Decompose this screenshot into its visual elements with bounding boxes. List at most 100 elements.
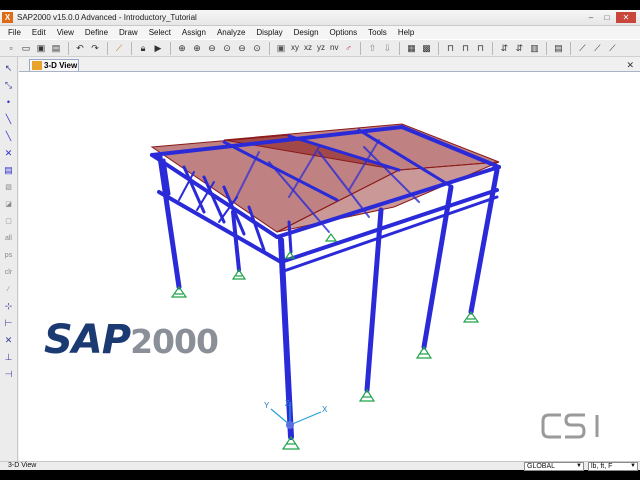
minimize-button[interactable]: – (584, 12, 598, 23)
toolbar-separator (170, 41, 171, 55)
axis-x-label: X (322, 405, 328, 414)
left-toolbar: ↖ ⤡ • ╲ ╲ ✕ ▤ ▧ ◪ ▢ all ps clr ⁄ ⊹ ⊢ ✕ ⊥… (0, 57, 18, 461)
set-display-icon[interactable]: ▩ (419, 41, 433, 55)
menu-define[interactable]: Define (85, 28, 108, 37)
csi-logo-c (541, 413, 561, 439)
chevron-down-icon: ▼ (576, 463, 582, 469)
units-select[interactable]: lb, ft, F ▼ (588, 462, 638, 471)
view-window-icon (32, 61, 42, 70)
window-controls: – □ ✕ (584, 12, 636, 23)
redo-icon[interactable]: ↷ (88, 41, 102, 55)
close-button[interactable]: ✕ (616, 12, 636, 23)
csi-logo-s (564, 413, 586, 439)
toolbar-separator (68, 41, 69, 55)
menu-draw[interactable]: Draw (119, 28, 138, 37)
undo-icon[interactable]: ↶ (73, 41, 87, 55)
snap-lines-icon[interactable]: ⊣ (2, 367, 16, 381)
toolbar-separator (360, 41, 362, 55)
draw-section-cut-icon[interactable]: ▤ (2, 163, 16, 177)
up-arrow-icon[interactable]: ⇧ (365, 41, 379, 55)
draw-rect-area-icon[interactable]: ◪ (2, 197, 16, 211)
draw-brace-icon[interactable]: ✕ (2, 146, 16, 160)
menu-analyze[interactable]: Analyze (217, 28, 245, 37)
object-shrink-icon[interactable]: ▦ (404, 41, 418, 55)
new-model-icon[interactable]: ▫ (4, 41, 18, 55)
snap-points-icon[interactable]: ⊹ (2, 299, 16, 313)
refresh-icon[interactable]: ⟋ (112, 41, 126, 55)
lock-icon[interactable]: 🔒︎ (136, 41, 150, 55)
clear-selection-icon[interactable]: clr (2, 265, 16, 279)
open-icon[interactable]: ▭ (19, 41, 33, 55)
draw-joint-icon[interactable]: • (2, 95, 16, 109)
quick-draw-area-icon[interactable]: ▢ (2, 214, 16, 228)
zoom-previous-icon[interactable]: ⊖ (235, 41, 249, 55)
toolbar-separator (492, 41, 494, 55)
csi-logo (541, 413, 599, 439)
quick-draw-frame-icon[interactable]: ╲ (2, 129, 16, 143)
zoom-window-icon[interactable]: ⊕ (175, 41, 189, 55)
draw-frame-icon[interactable]: ╲ (2, 112, 16, 126)
tab-3d-view[interactable]: 3-D View (29, 59, 79, 71)
area-loads-icon[interactable]: ▥ (527, 41, 541, 55)
menu-options[interactable]: Options (330, 28, 358, 37)
snap-ends-icon[interactable]: ⊢ (2, 316, 16, 330)
get-previous-selection-icon[interactable]: ps (2, 248, 16, 262)
structure-3d-model[interactable]: X Y Z (19, 72, 640, 461)
coordinate-system-select[interactable]: GLOBAL ▼ (524, 462, 584, 471)
run-analysis-icon[interactable]: ▶ (151, 41, 165, 55)
snap-intersections-icon[interactable]: ✕ (2, 333, 16, 347)
menu-select[interactable]: Select (149, 28, 171, 37)
pan-icon[interactable]: ⊙ (250, 41, 264, 55)
reshape-icon[interactable]: ⤡ (2, 78, 16, 92)
sap2000-logo: SAP2000 (44, 317, 219, 363)
menu-file[interactable]: File (8, 28, 21, 37)
menu-assign[interactable]: Assign (182, 28, 206, 37)
axis-x-line (289, 411, 322, 426)
tab-label: 3-D View (44, 61, 78, 70)
3d-view-icon[interactable]: ▣ (274, 41, 288, 55)
design-icon[interactable]: ⟋ (575, 41, 589, 55)
status-bar: 3-D View GLOBAL ▼ lb, ft, F ▼ (0, 461, 640, 471)
close-view-button[interactable]: ✕ (626, 60, 634, 71)
save-icon[interactable]: ▣ (34, 41, 48, 55)
toolbar-separator (399, 41, 401, 55)
menu-edit[interactable]: Edit (32, 28, 46, 37)
xy-view-button[interactable]: xy (289, 41, 301, 55)
menu-display[interactable]: Display (256, 28, 282, 37)
axis-origin (286, 421, 294, 429)
zoom-out-icon[interactable]: ⊖ (205, 41, 219, 55)
menu-help[interactable]: Help (398, 28, 414, 37)
menu-tools[interactable]: Tools (368, 28, 387, 37)
frame-shape-3-icon[interactable]: ⊓ (473, 41, 487, 55)
xz-view-button[interactable]: xz (302, 41, 314, 55)
draw-poly-area-icon[interactable]: ▧ (2, 180, 16, 194)
model-viewport[interactable]: X Y Z SAP2000 (19, 71, 640, 461)
zoom-in-icon[interactable]: ⊕ (190, 41, 204, 55)
select-all-icon[interactable]: all (2, 231, 16, 245)
window-title: SAP2000 v15.0.0 Advanced - Introductory_… (17, 13, 197, 22)
main-toolbar: ▫ ▭ ▣ ▤ ↶ ↷ ⟋ 🔒︎ ▶ ⊕ ⊕ ⊖ ⊙ ⊖ ⊙ ▣ xy xz y… (0, 39, 640, 57)
concrete-design-icon[interactable]: ⟋ (605, 41, 619, 55)
nv-view-button[interactable]: nv (328, 41, 340, 55)
menu-design[interactable]: Design (294, 28, 319, 37)
toolbar-separator (269, 41, 270, 55)
show-tables-icon[interactable]: ▤ (551, 41, 565, 55)
check-design-icon[interactable]: ⟋ (590, 41, 604, 55)
frame-shape-2-icon[interactable]: ⊓ (458, 41, 472, 55)
rotate-3d-icon[interactable]: ♂ (341, 41, 355, 55)
pointer-icon[interactable]: ↖ (2, 61, 16, 75)
frame-loads-icon[interactable]: ⇵ (512, 41, 526, 55)
column (468, 167, 500, 315)
frame-shape-icon[interactable]: ⊓ (443, 41, 457, 55)
intersecting-line-icon[interactable]: ⁄ (2, 282, 16, 296)
yz-view-button[interactable]: yz (315, 41, 327, 55)
joint-loads-icon[interactable]: ⇵ (497, 41, 511, 55)
print-icon[interactable]: ▤ (49, 41, 63, 55)
toolbar-separator (131, 41, 132, 55)
down-arrow-icon[interactable]: ⇩ (380, 41, 394, 55)
maximize-button[interactable]: □ (600, 12, 614, 23)
menu-view[interactable]: View (57, 28, 74, 37)
toolbar-separator (546, 41, 548, 55)
snap-perpendicular-icon[interactable]: ⊥ (2, 350, 16, 364)
zoom-extents-icon[interactable]: ⊙ (220, 41, 234, 55)
